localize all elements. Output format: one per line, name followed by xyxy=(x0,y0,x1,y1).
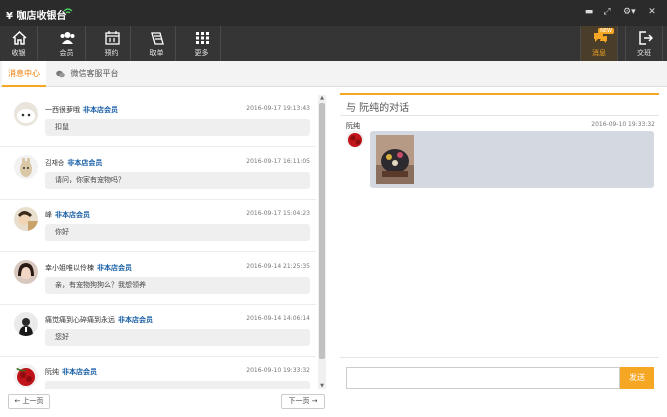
message-list: 一西很萝哦 非本店会员 2016-09-17 19:13:43 扣鼠 김재승 非本店… xyxy=(0,95,316,389)
message-preview: 你好 xyxy=(45,224,310,241)
message-time: 2016-09-17 16:11:05 xyxy=(246,158,310,165)
avatar xyxy=(14,102,38,126)
avatar xyxy=(14,155,38,179)
message-item[interactable]: 痛觉痛到心碎痛到永远 非本店会员 2016-09-14 14:06:14 您好 xyxy=(0,305,316,357)
message-list-panel: 一西很萝哦 非本店会员 2016-09-17 19:13:43 扣鼠 김재승 非本店… xyxy=(0,87,328,389)
app-title: ¥ 咖店收银台 xyxy=(6,11,67,22)
message-time: 2016-09-17 15:04:23 xyxy=(246,210,310,217)
tab-wechat-service[interactable]: 微信客服平台 xyxy=(50,61,125,87)
toolbar-booking-button[interactable]: 预约 xyxy=(93,26,131,61)
divider xyxy=(340,115,659,116)
message-item[interactable]: 김재승 非本店会员 2016-09-17 16:11:05 请问，你家有宠物吗？ xyxy=(0,148,316,200)
title-bar: ¥ 咖店收银台 ▬ ⤢ ⚙▾ ✕ xyxy=(0,0,667,26)
message-preview: 您好 xyxy=(45,329,310,346)
settings-icon[interactable]: ⚙▾ xyxy=(623,6,636,18)
tab-bar: 消息中心 微信客服平台 xyxy=(0,61,667,87)
member-tag: 非本店会员 xyxy=(67,159,103,167)
message-bubble xyxy=(370,131,654,188)
app-window: ¥ 咖店收银台 ▬ ⤢ ⚙▾ ✕ 收银 会员 预约 取单 更多 NEW 消息 交… xyxy=(0,0,667,417)
sender-name: 峰 xyxy=(45,211,52,219)
grid-icon xyxy=(196,32,209,44)
prev-page-button[interactable]: ← 上一页 xyxy=(8,394,50,409)
avatar xyxy=(14,260,38,284)
avatar xyxy=(14,207,38,231)
toolbar-more-button[interactable]: 更多 xyxy=(183,26,221,61)
message-time: 2016-09-14 21:25:35 xyxy=(246,263,310,270)
accent-divider xyxy=(340,93,659,95)
avatar xyxy=(14,364,38,388)
message-item[interactable]: 幸小姐唯以伶楝 非本店会员 2016-09-14 21:25:35 亲，有宠物狗狗… xyxy=(0,253,316,305)
sender-name: 阮纯 xyxy=(45,368,59,376)
close-icon[interactable]: ✕ xyxy=(646,6,658,18)
toolbar-shift-button[interactable]: 交班 xyxy=(625,26,663,61)
sender-name: 一西很萝哦 xyxy=(45,106,80,114)
scrollbar-thumb[interactable] xyxy=(319,103,325,359)
next-page-button[interactable]: 下一页 → xyxy=(281,394,325,409)
wechat-icon xyxy=(56,70,65,77)
calendar-icon xyxy=(105,31,120,45)
message-item[interactable]: 一西很萝哦 非本店会员 2016-09-17 19:13:43 扣鼠 xyxy=(0,95,316,147)
member-tag: 非本店会员 xyxy=(62,368,97,376)
sender-name: 痛觉痛到心碎痛到永远 xyxy=(45,316,115,324)
avatar xyxy=(14,312,38,336)
message-image[interactable] xyxy=(376,135,414,184)
order-icon xyxy=(151,32,164,45)
sender-name: 幸小姐唯以伶楝 xyxy=(45,264,94,272)
members-icon xyxy=(60,32,75,44)
conversation-title: 与 阮纯的对话 xyxy=(346,103,410,114)
home-icon xyxy=(12,31,27,45)
fullscreen-icon[interactable]: ⤢ xyxy=(601,6,613,18)
toolbar-orders-button[interactable]: 取单 xyxy=(138,26,176,61)
message-input[interactable] xyxy=(346,367,620,389)
scroll-up-icon[interactable]: ▲ xyxy=(319,95,325,101)
conversation-time: 2016-09-10 19:33:32 xyxy=(591,121,655,128)
toolbar-members-button[interactable]: 会员 xyxy=(48,26,86,61)
conversation-panel: 与 阮纯的对话 阮纯 2016-09-10 19:33:32 xyxy=(340,93,659,393)
tab-message-center[interactable]: 消息中心 xyxy=(2,61,46,87)
member-tag: 非本店会员 xyxy=(97,264,132,272)
sender-name: 김재승 xyxy=(45,159,65,167)
toolbar-cashier-button[interactable]: 收银 xyxy=(0,26,38,61)
main-toolbar: 收银 会员 预约 取单 更多 NEW 消息 交班 xyxy=(0,26,667,61)
member-tag: 非本店会员 xyxy=(83,106,118,114)
exit-icon xyxy=(639,31,653,45)
message-preview xyxy=(45,381,310,389)
wifi-icon xyxy=(63,8,73,14)
message-list-scrollbar[interactable]: ▲ ▼ xyxy=(318,95,326,389)
message-preview: 扣鼠 xyxy=(45,119,310,136)
message-item[interactable]: 阮纯 非本店会员 2016-09-10 19:33:32 xyxy=(0,357,316,389)
member-tag: 非本店会员 xyxy=(55,211,90,219)
message-item[interactable]: 峰非本店会员 2016-09-17 15:04:23 你好 xyxy=(0,200,316,252)
message-time: 2016-09-10 19:33:32 xyxy=(246,367,310,374)
chat-icon xyxy=(594,33,607,43)
scroll-down-icon[interactable]: ▼ xyxy=(319,383,325,389)
message-preview: 请问，你家有宠物吗？ xyxy=(45,172,310,189)
member-tag: 非本店会员 xyxy=(118,316,153,324)
minimize-icon[interactable]: ▬ xyxy=(583,6,595,18)
toolbar-messages-button[interactable]: NEW 消息 xyxy=(580,26,618,61)
avatar xyxy=(346,130,364,148)
message-time: 2016-09-17 19:13:43 xyxy=(246,105,310,112)
divider xyxy=(340,357,659,358)
send-button[interactable]: 发送 xyxy=(620,367,654,389)
message-preview: 亲，有宠物狗狗么？我想领养 xyxy=(45,277,310,294)
message-time: 2016-09-14 14:06:14 xyxy=(246,315,310,322)
